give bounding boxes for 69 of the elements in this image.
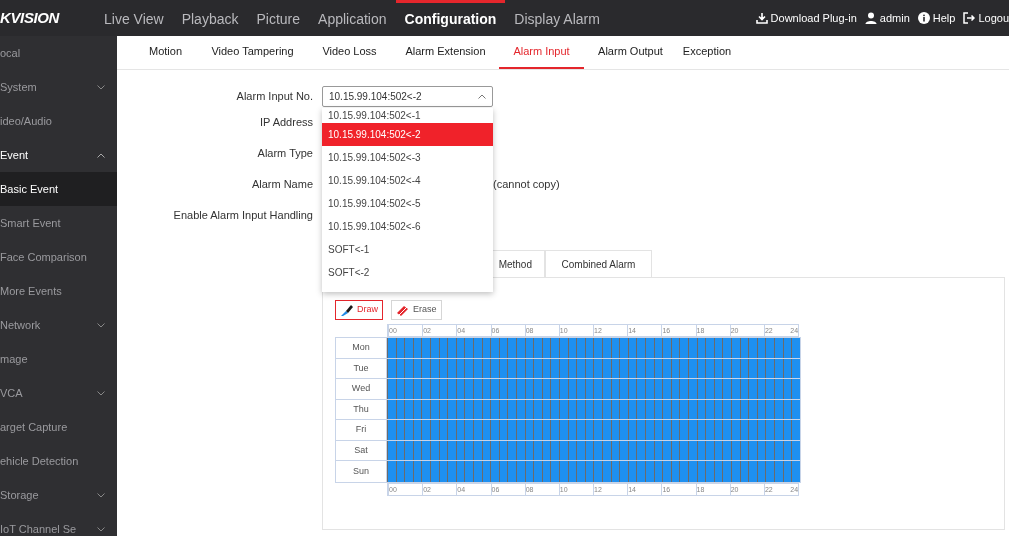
logo: KVISION: [0, 7, 61, 28]
nav-tab[interactable]: Live View: [95, 0, 173, 36]
chevron-icon: [97, 322, 105, 328]
nav-tab[interactable]: Display Alarm: [505, 0, 609, 36]
chevron-icon: [478, 94, 486, 99]
select-field[interactable]: 10.15.99.104:502<-2: [322, 86, 493, 107]
nav-tab[interactable]: Application: [309, 0, 396, 36]
sidebar-item[interactable]: System: [0, 70, 117, 104]
nav-tab[interactable]: Playback: [172, 0, 248, 36]
sub-tab[interactable]: Alarm Extension: [392, 36, 499, 69]
section-tab[interactable]: Combined Alarm: [545, 250, 652, 277]
schedule-bar[interactable]: [387, 338, 800, 358]
schedule-bar[interactable]: [387, 358, 800, 378]
field-label: Alarm Name: [250, 177, 313, 193]
sub-tab[interactable]: Video Loss: [307, 36, 392, 69]
schedule-bar[interactable]: [387, 399, 800, 419]
chevron-icon: [97, 390, 105, 396]
schedule-bar[interactable]: [387, 420, 800, 440]
sub-tab[interactable]: Motion: [133, 36, 198, 69]
sidebar-item[interactable]: More Events: [0, 274, 117, 308]
chevron-icon: [97, 526, 105, 532]
sub-tab[interactable]: Video Tampering: [198, 36, 307, 69]
sidebar-item[interactable]: Network: [0, 308, 117, 342]
tool-button[interactable]: Erase: [391, 300, 442, 320]
sidebar-item[interactable]: IoT Channel Se: [0, 512, 117, 536]
sidebar-item[interactable]: Basic Event: [0, 172, 117, 206]
field-label: Alarm Input No.: [235, 89, 313, 105]
sidebar-item[interactable]: Storage: [0, 478, 117, 512]
sidebar-item[interactable]: ocal: [0, 36, 117, 70]
sidebar-item[interactable]: mage: [0, 342, 117, 376]
dropdown-option[interactable]: 10.15.99.104:502<-4: [322, 169, 493, 192]
sub-tab[interactable]: Alarm Input: [499, 36, 584, 69]
sub-tab[interactable]: Alarm Output: [584, 36, 677, 69]
dropdown-option[interactable]: 10.15.99.104:502<-2: [322, 123, 493, 146]
sidebar-item[interactable]: Face Comparison: [0, 240, 117, 274]
field-note: (cannot copy): [493, 177, 560, 193]
tool-button[interactable]: Draw: [335, 300, 383, 320]
field-label: Enable Alarm Input Handling: [172, 208, 313, 224]
user-icon: [864, 12, 877, 24]
eraser-icon: [396, 304, 410, 316]
dropdown-option[interactable]: 10.15.99.104:502<-3: [322, 146, 493, 169]
sidebar-item[interactable]: arget Capture: [0, 410, 117, 444]
sidebar-item[interactable]: VCA: [0, 376, 117, 410]
chevron-icon: [97, 84, 105, 90]
brush-icon: [340, 303, 354, 317]
sidebar-item[interactable]: ideo/Audio: [0, 104, 117, 138]
download-icon: [755, 12, 768, 24]
schedule-bar[interactable]: [387, 440, 800, 460]
download-link[interactable]: Download Plug-in: [770, 9, 857, 27]
logout-icon: [963, 12, 976, 24]
help-link[interactable]: Help: [932, 9, 956, 27]
sidebar-item[interactable]: Smart Event: [0, 206, 117, 240]
field-label: Alarm Type: [256, 146, 313, 162]
chevron-icon: [97, 152, 105, 158]
info-icon: [917, 12, 930, 24]
sub-tab[interactable]: Exception: [677, 36, 737, 69]
field-label: IP Address: [259, 115, 313, 131]
chevron-icon: [97, 492, 105, 498]
dropdown-option[interactable]: 10.15.99.104:502<-5: [322, 192, 493, 215]
nav-tab[interactable]: Configuration: [395, 0, 506, 36]
schedule-bar[interactable]: [387, 379, 800, 399]
sidebar-item[interactable]: ehicle Detection: [0, 444, 117, 478]
schedule-bar[interactable]: [387, 461, 800, 482]
dropdown-option[interactable]: 10.15.99.104:502<-6: [322, 215, 493, 238]
user-link[interactable]: admin: [879, 9, 910, 27]
logout-link[interactable]: Logou: [978, 9, 1009, 27]
sidebar-item[interactable]: Event: [0, 138, 117, 172]
dropdown-option[interactable]: 10.15.99.104:502<-1: [322, 108, 493, 123]
nav-tab[interactable]: Picture: [247, 0, 310, 36]
